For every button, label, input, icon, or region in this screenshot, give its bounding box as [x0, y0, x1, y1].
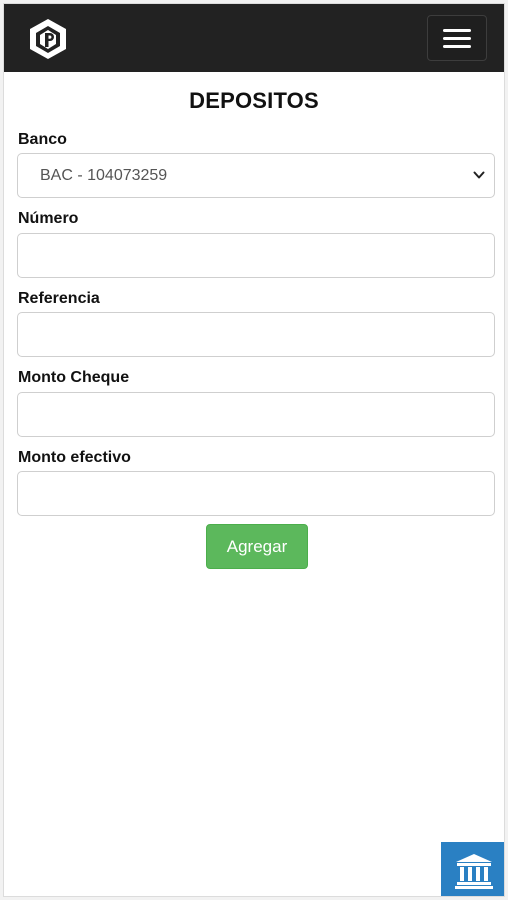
numero-label: Número	[18, 210, 79, 227]
monto-cheque-label: Monto Cheque	[18, 369, 130, 386]
monto-efectivo-input[interactable]	[17, 471, 495, 516]
bank-floating-button[interactable]	[441, 842, 504, 896]
banco-label: Banco	[18, 131, 67, 148]
hamburger-menu-icon	[443, 44, 471, 48]
navbar	[4, 4, 504, 72]
hamburger-menu-icon	[443, 28, 471, 32]
monto-cheque-input[interactable]	[17, 392, 495, 437]
referencia-label: Referencia	[18, 290, 100, 307]
app-frame: DEPOSITOS Banco BAC - 104073259 Número R…	[3, 3, 505, 897]
menu-toggle-button[interactable]	[427, 15, 487, 61]
banco-selected-value: BAC - 104073259	[40, 166, 168, 184]
chevron-down-icon	[473, 171, 485, 179]
monto-efectivo-label: Monto efectivo	[18, 449, 131, 466]
referencia-input[interactable]	[17, 312, 495, 357]
banco-select[interactable]: BAC - 104073259	[17, 153, 495, 198]
numero-input[interactable]	[17, 233, 495, 278]
bank-icon	[455, 853, 493, 889]
page-title: DEPOSITOS	[189, 88, 319, 113]
hamburger-menu-icon	[443, 36, 471, 40]
app-logo-icon[interactable]	[26, 17, 70, 61]
agregar-button[interactable]: Agregar	[206, 524, 308, 569]
